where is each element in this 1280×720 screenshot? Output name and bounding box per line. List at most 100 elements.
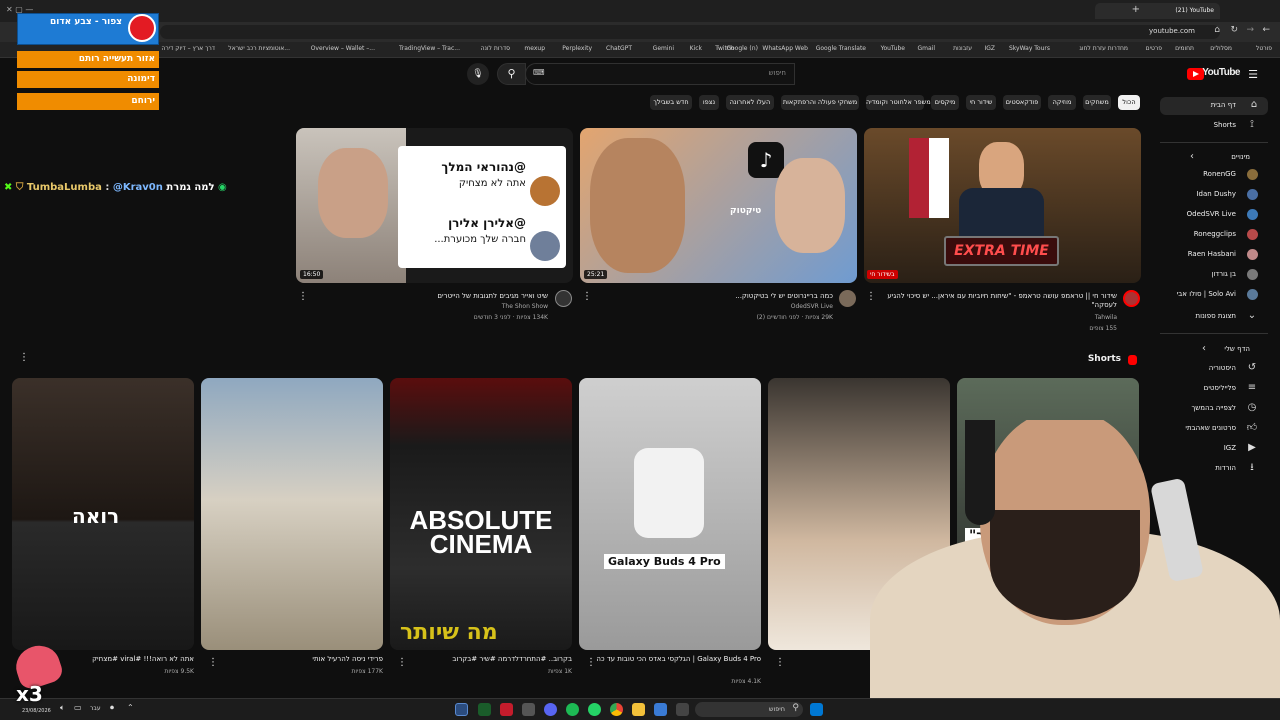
- back-icon[interactable]: ←: [1262, 25, 1270, 35]
- sidebar-item[interactable]: לצפייה בהמשך ◷: [1160, 400, 1280, 418]
- bookmark[interactable]: Overview – Wallet –...: [311, 45, 375, 52]
- channel-name[interactable]: Tahwila: [1095, 314, 1117, 321]
- bookmark[interactable]: עזבונות: [953, 45, 972, 52]
- bookmark[interactable]: Gmail: [917, 45, 935, 52]
- bookmark[interactable]: פורטל: [1256, 45, 1272, 52]
- browser-tab[interactable]: (21) YouTube: [1095, 3, 1220, 19]
- bookmark[interactable]: WhatsApp Web: [762, 45, 808, 52]
- filter-chip[interactable]: משחקי פעולה והרפתקאות: [781, 95, 859, 110]
- you-header[interactable]: הדף שלי ‹: [1160, 341, 1280, 359]
- bookmark[interactable]: פרטים: [1146, 45, 1162, 52]
- filter-chip[interactable]: חדש בשבילך: [650, 95, 692, 110]
- search-input[interactable]: חיפוש ⌨: [525, 63, 795, 85]
- bookmark[interactable]: מחדרות עזרת לחוג: [1079, 45, 1128, 52]
- app-icon[interactable]: [676, 703, 689, 716]
- short-thumbnail[interactable]: [201, 378, 383, 650]
- sidebar-item-shorts[interactable]: Shorts ⟟: [1160, 117, 1280, 135]
- windows-start-icon[interactable]: [810, 703, 823, 716]
- more-options-icon[interactable]: ⋮: [582, 291, 592, 303]
- bookmark[interactable]: מסלולים: [1210, 45, 1232, 52]
- more-options-icon[interactable]: ⋮: [586, 657, 596, 669]
- sidebar-subscription[interactable]: Roneggclips: [1160, 226, 1280, 244]
- channel-name[interactable]: OdedSVR Live: [791, 303, 833, 310]
- reload-icon[interactable]: ↻: [1230, 25, 1238, 35]
- more-options-icon[interactable]: ⋮: [208, 657, 218, 669]
- sidebar-item[interactable]: פלייליסטים ≡: [1160, 380, 1280, 398]
- bookmark[interactable]: אוטומציות רכב ישראל...: [228, 45, 290, 52]
- short-title[interactable]: Galaxy Buds 4 Pro | הגלקסי באדס הכי טובו…: [596, 655, 761, 664]
- bookmark[interactable]: Google Translate: [816, 45, 866, 52]
- more-options-icon[interactable]: ⋮: [397, 657, 407, 669]
- sidebar-item-home[interactable]: דף הבית ⌂: [1160, 97, 1268, 115]
- bookmark[interactable]: דרך ארץ – דיוק דירה: [161, 45, 215, 52]
- sidebar-subscription[interactable]: OdedSVR Live: [1160, 206, 1280, 224]
- bookmark[interactable]: סדרות לונה: [481, 45, 510, 52]
- channel-avatar[interactable]: [1123, 290, 1140, 307]
- bookmark[interactable]: Twitch: [715, 45, 734, 52]
- channel-avatar[interactable]: [839, 290, 856, 307]
- video-title[interactable]: כמה בריינרוטים יש לי בטיקטוק...: [735, 292, 833, 300]
- hamburger-icon[interactable]: ☰: [1248, 68, 1258, 81]
- video-title[interactable]: שידור חי || טראמפ עושה טראמפ - "שיחות חי…: [882, 292, 1117, 310]
- sidebar-subscription[interactable]: בן גורדון: [1160, 266, 1280, 284]
- display-icon[interactable]: ▭: [74, 703, 82, 712]
- obs-icon[interactable]: [455, 703, 468, 716]
- subscriptions-header[interactable]: מינויים ‹: [1160, 149, 1280, 167]
- filter-chip[interactable]: מיקסים: [931, 95, 959, 110]
- volume-icon[interactable]: 🔈︎: [60, 703, 65, 713]
- bookmark[interactable]: IGZ: [984, 45, 995, 52]
- filter-chip[interactable]: נצפו: [699, 95, 719, 110]
- short-title[interactable]: בקרוב.. #התחרדלדרמה #שיר #בקרוב: [452, 655, 572, 664]
- more-options-icon[interactable]: ⋮: [298, 291, 308, 303]
- folder-icon[interactable]: [632, 703, 645, 716]
- short-thumbnail[interactable]: Galaxy Buds 4 Pro: [579, 378, 761, 650]
- sidebar-item[interactable]: היסטוריה ↺: [1160, 360, 1280, 378]
- keyboard-icon[interactable]: ⌨: [533, 68, 545, 77]
- more-options-icon[interactable]: ⋮: [775, 657, 785, 669]
- short-title[interactable]: פרידי ניסה להרעיל אותי: [312, 655, 383, 664]
- filter-chip[interactable]: משחקים: [1083, 95, 1111, 110]
- channel-name[interactable]: The Shon Show: [502, 303, 548, 310]
- filter-chip[interactable]: מוזיקה: [1048, 95, 1076, 110]
- forward-icon[interactable]: →: [1246, 25, 1254, 35]
- sidebar-subscription[interactable]: RonenGG: [1160, 166, 1280, 184]
- spotify-icon[interactable]: [566, 703, 579, 716]
- search-button[interactable]: ⚲: [497, 63, 526, 85]
- filter-chip[interactable]: משפר אלחוטר וקומדיה: [866, 95, 931, 110]
- video-thumbnail[interactable]: @נהוראי המלך אתה לא מצחיק @אלירן אלירן ח…: [296, 128, 573, 283]
- bookmark[interactable]: mexup: [524, 45, 545, 52]
- bookmark[interactable]: Gemini: [653, 45, 674, 52]
- more-options-icon[interactable]: ⋮: [866, 291, 876, 303]
- short-thumbnail[interactable]: ABSOLUTE CINEMA מה שיותר: [390, 378, 572, 650]
- video-title[interactable]: שיט ואייר מגיבים לתגובות של הייטרים: [437, 292, 548, 300]
- video-thumbnail[interactable]: EXTRA TIME בשידור חי: [864, 128, 1141, 283]
- discord-icon[interactable]: [544, 703, 557, 716]
- sidebar-subscription[interactable]: Solo Avi | סולו אבי: [1160, 286, 1280, 304]
- chip-all[interactable]: הכול: [1118, 95, 1140, 110]
- filter-chip[interactable]: שידור חי: [966, 95, 996, 110]
- app-icon[interactable]: [500, 703, 513, 716]
- channel-avatar[interactable]: [555, 290, 572, 307]
- bookmark[interactable]: TradingView – Trac...: [399, 45, 460, 52]
- voice-search-button[interactable]: 🎙︎: [467, 63, 489, 85]
- video-thumbnail[interactable]: ♪ טיקטוק 25:21: [580, 128, 857, 283]
- sidebar-subscription[interactable]: Idan Dushy: [1160, 186, 1280, 204]
- app-icon[interactable]: [654, 703, 667, 716]
- microphone-icon[interactable]: ⏺︎: [110, 703, 114, 713]
- whatsapp-icon[interactable]: [588, 703, 601, 716]
- short-thumbnail[interactable]: רואה: [12, 378, 194, 650]
- new-tab-button[interactable]: +: [1132, 4, 1140, 15]
- chevron-up-icon[interactable]: ⌃: [127, 703, 134, 712]
- bookmark[interactable]: ChatGPT: [606, 45, 632, 52]
- bookmark[interactable]: Perplexity: [562, 45, 592, 52]
- taskbar-language[interactable]: עבר: [90, 705, 101, 712]
- bookmark[interactable]: SkyWay Tours: [1009, 45, 1050, 52]
- show-more-button[interactable]: תצוגת ספונות ⌄: [1160, 308, 1280, 326]
- filter-chip[interactable]: פודקאסטים: [1003, 95, 1041, 110]
- sidebar-subscription[interactable]: Raen Hasbani: [1160, 246, 1280, 264]
- url-field[interactable]: [160, 25, 1220, 39]
- home-icon[interactable]: ⌂: [1214, 25, 1220, 35]
- short-title[interactable]: אתה לא רואה!!! #viral #מצחיק: [92, 655, 194, 664]
- taskbar-search[interactable]: חיפוש ⚲: [695, 702, 803, 717]
- bookmark[interactable]: YouTube: [881, 45, 905, 52]
